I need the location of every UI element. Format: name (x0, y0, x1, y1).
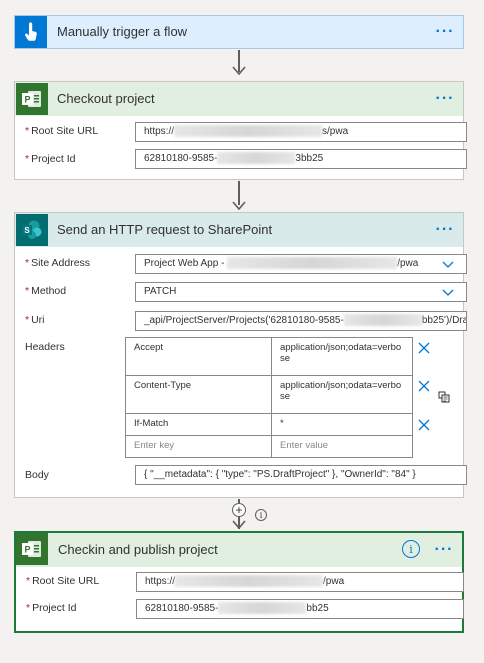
root-site-url-input[interactable]: https:///pwa (136, 572, 464, 592)
method-dropdown[interactable]: PATCH (135, 282, 467, 302)
checkin-title: Checkin and publish project (58, 542, 218, 557)
http-card-header[interactable]: S Send an HTTP request to SharePoint ··· (15, 213, 463, 247)
header-value-cell[interactable]: application/json;odata=verbose (271, 375, 413, 414)
checkout-project-card[interactable]: P Checkout project ··· * Root Site URL ht… (14, 81, 467, 180)
svg-text:P: P (24, 95, 30, 105)
method-label: * Method (25, 285, 67, 297)
plus-icon: + (235, 503, 243, 517)
site-address-dropdown[interactable]: Project Web App - /pwa (135, 254, 467, 274)
header-key-cell[interactable]: If-Match (125, 413, 272, 436)
checkin-card-header[interactable]: P Checkin and publish project i ··· (16, 533, 462, 567)
svg-text:S: S (24, 226, 30, 235)
body-label: Body (25, 469, 49, 481)
arrow-head-icon (232, 201, 246, 211)
info-glyph: i (259, 510, 263, 520)
project-id-input[interactable]: 62810180-9585- 3bb25 (135, 149, 467, 169)
root-site-url-label: * Root Site URL (25, 125, 99, 137)
header-key-placeholder[interactable]: Enter key (125, 435, 272, 458)
http-title: Send an HTTP request to SharePoint (57, 222, 273, 237)
header-key-cell[interactable]: Content-Type (125, 375, 272, 414)
project-id-input[interactable]: 62810180-9585- bb25 (136, 599, 464, 619)
sharepoint-icon: S (16, 214, 48, 246)
checkin-more-options-icon[interactable]: ··· (434, 541, 454, 559)
header-key-cell[interactable]: Accept (125, 337, 272, 376)
header-row: Content-Type application/json;odata=verb… (125, 375, 413, 414)
project-icon: P (16, 83, 48, 115)
header-row: If-Match * (125, 413, 413, 436)
trigger-card-header[interactable]: Manually trigger a flow ··· (15, 16, 463, 48)
root-site-url-label: * Root Site URL (26, 575, 100, 587)
switch-to-text-mode-icon[interactable] (438, 391, 450, 403)
checkout-more-options-icon[interactable]: ··· (435, 90, 455, 108)
project-icon: P (16, 533, 48, 565)
trigger-card[interactable]: Manually trigger a flow ··· (14, 15, 464, 49)
site-address-label: * Site Address (25, 257, 91, 269)
header-row: Accept application/json;odata=verbose (125, 337, 413, 376)
chevron-down-icon (442, 261, 454, 268)
header-value-cell[interactable]: application/json;odata=verbose (271, 337, 413, 376)
trigger-title: Manually trigger a flow (57, 24, 188, 39)
checkout-title: Checkout project (57, 91, 155, 106)
checkout-card-header[interactable]: P Checkout project ··· (15, 82, 463, 116)
add-step-button[interactable]: + (232, 503, 246, 517)
svg-text:P: P (24, 545, 30, 555)
headers-table: Accept application/json;odata=verbose Co… (125, 337, 413, 458)
http-more-options-icon[interactable]: ··· (435, 221, 455, 239)
header-value-cell[interactable]: * (271, 413, 413, 436)
arrow-head-icon (232, 520, 246, 530)
delete-header-icon[interactable] (418, 380, 430, 392)
checkin-publish-card[interactable]: P Checkin and publish project i ··· * Roo… (14, 531, 464, 633)
header-value-placeholder[interactable]: Enter value (271, 435, 413, 458)
body-input[interactable]: { "__metadata": { "type": "PS.DraftProje… (135, 465, 467, 485)
hand-touch-icon (15, 16, 47, 48)
header-row-placeholder: Enter key Enter value (125, 435, 413, 458)
trigger-more-options-icon[interactable]: ··· (435, 23, 455, 41)
uri-input[interactable]: _api/ProjectServer/Projects('62810180-95… (135, 311, 467, 331)
delete-header-icon[interactable] (418, 419, 430, 431)
http-request-card[interactable]: S Send an HTTP request to SharePoint ···… (14, 212, 467, 498)
chevron-down-icon (442, 289, 454, 296)
arrow-head-icon (232, 66, 246, 76)
checkin-info-icon[interactable]: i (402, 540, 420, 558)
connector-info-icon[interactable]: i (255, 509, 267, 521)
headers-label: Headers (25, 341, 65, 353)
root-site-url-input[interactable]: https://s/pwa (135, 122, 467, 142)
project-id-label: * Project Id (25, 153, 76, 165)
delete-header-icon[interactable] (418, 342, 430, 354)
project-id-label: * Project Id (26, 602, 77, 614)
uri-label: * Uri (25, 314, 45, 326)
